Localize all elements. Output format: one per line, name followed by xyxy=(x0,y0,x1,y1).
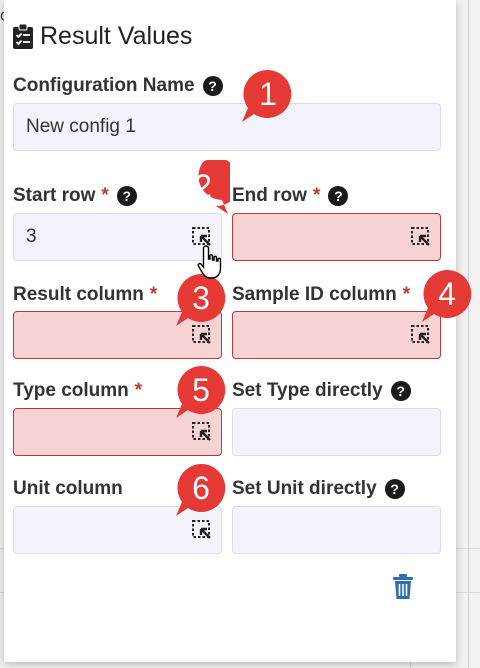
cell-select-icon[interactable] xyxy=(191,324,213,346)
annotation-badge: 3 xyxy=(176,273,226,326)
annotation-badge: 6 xyxy=(176,463,226,516)
annotation-number: 1 xyxy=(259,76,277,112)
cell-select-icon[interactable] xyxy=(410,226,432,248)
end-row-input[interactable] xyxy=(232,213,441,261)
help-icon[interactable]: ? xyxy=(116,186,137,206)
set-type-directly-input[interactable] xyxy=(232,408,441,456)
type-column-label: Type column * xyxy=(13,380,142,402)
sample-id-column-label: Sample ID column * xyxy=(232,284,410,306)
required-marker: * xyxy=(149,284,158,305)
annotation-badge: 1 xyxy=(242,69,292,122)
required-marker: * xyxy=(312,185,321,206)
hand-cursor-icon xyxy=(197,245,222,279)
annotation-number: 4 xyxy=(438,276,456,312)
config-name-label: Configuration Name ? xyxy=(13,75,223,97)
end-row-label: End row * ? xyxy=(232,185,349,207)
cell-select-icon[interactable] xyxy=(191,519,213,541)
end-row-label-text: End row xyxy=(232,185,307,206)
annotation-number: 5 xyxy=(192,372,210,408)
set-type-directly-label-text: Set Type directly xyxy=(232,380,383,401)
panel-title: Result Values xyxy=(40,22,193,50)
trash-icon[interactable] xyxy=(392,574,414,600)
config-name-input[interactable]: New config 1 xyxy=(13,103,441,151)
type-column-label-text: Type column xyxy=(13,380,129,401)
start-row-label-text: Start row xyxy=(13,185,96,206)
cell-select-icon[interactable] xyxy=(191,421,213,443)
sample-id-column-label-text: Sample ID column xyxy=(232,284,397,305)
required-marker: * xyxy=(101,185,109,206)
config-name-value: New config 1 xyxy=(26,116,136,137)
annotation-badge: 4 xyxy=(422,269,472,322)
annotation-badge: 5 xyxy=(176,365,226,418)
annotation-number: 2 xyxy=(194,168,212,204)
clipboard-checklist-icon xyxy=(13,23,33,49)
annotation-number: 3 xyxy=(192,280,210,316)
start-row-value: 3 xyxy=(26,226,37,247)
help-icon[interactable]: ? xyxy=(328,186,349,206)
annotation-badge: 2 xyxy=(194,160,230,214)
start-row-label: Start row * ? xyxy=(13,185,137,207)
result-column-label: Result column * xyxy=(13,284,157,306)
sample-id-column-input[interactable] xyxy=(232,311,441,359)
required-marker: * xyxy=(134,380,143,401)
config-name-label-text: Configuration Name xyxy=(13,75,195,96)
set-unit-directly-input[interactable] xyxy=(232,506,441,554)
result-column-label-text: Result column xyxy=(13,284,144,305)
start-row-input[interactable]: 3 xyxy=(13,213,222,261)
panel-header: Result Values xyxy=(12,22,192,51)
unit-column-label: Unit column xyxy=(13,478,123,500)
help-icon[interactable]: ? xyxy=(390,381,411,401)
set-type-directly-label: Set Type directly ? xyxy=(232,380,411,402)
cell-select-icon[interactable] xyxy=(410,324,432,346)
result-values-panel: Result Values Configuration Name ? New c… xyxy=(4,0,456,662)
unit-column-label-text: Unit column xyxy=(13,478,123,499)
set-unit-directly-label-text: Set Unit directly xyxy=(232,478,377,499)
grid-line xyxy=(468,0,469,668)
help-icon[interactable]: ? xyxy=(384,479,405,499)
required-marker: * xyxy=(402,284,411,305)
annotation-number: 6 xyxy=(192,470,210,506)
help-icon[interactable]: ? xyxy=(202,76,223,96)
set-unit-directly-label: Set Unit directly ? xyxy=(232,478,405,500)
